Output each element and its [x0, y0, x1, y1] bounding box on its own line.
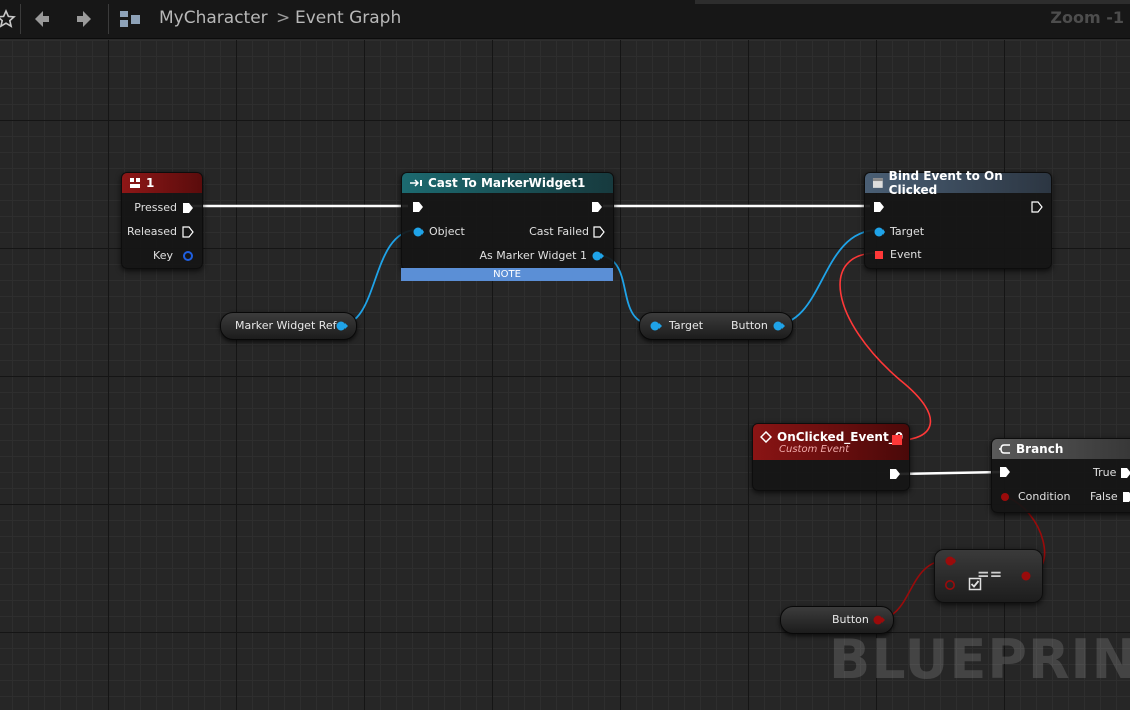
pin-label: Cast Failed [529, 225, 589, 238]
pin-label: As Marker Widget 1 [479, 249, 587, 262]
marker-widget-ref-node[interactable]: Marker Widget Ref [220, 312, 357, 340]
exec-pin-icon[interactable] [1031, 201, 1043, 213]
object-pin-icon[interactable] [649, 320, 663, 332]
checkbox-icon [968, 577, 982, 591]
pin-label: Condition [1018, 490, 1071, 503]
pin-condition[interactable]: Condition [999, 490, 1071, 503]
node-title: OnClicked_Event_0 [777, 429, 904, 444]
pin-pressed[interactable]: Pressed [134, 201, 194, 214]
get-button-node[interactable]: Target Button [639, 312, 793, 340]
object-pin-icon[interactable] [335, 320, 349, 332]
delegate-pin-icon[interactable] [891, 434, 903, 446]
node-header: Bind Event to On Clicked [865, 169, 1051, 197]
variable-label: Button [832, 613, 869, 626]
pin-label: Pressed [134, 201, 177, 214]
pin-true[interactable]: True [1093, 466, 1130, 479]
keyboard-icon [130, 178, 140, 188]
pin-event[interactable]: Event [873, 248, 922, 261]
bind-event-node[interactable]: Bind Event to On Clicked Target Event [864, 169, 1052, 269]
node-title: Bind Event to On Clicked [888, 169, 1003, 197]
object-pin-icon[interactable] [772, 320, 786, 332]
exec-pin-icon[interactable] [999, 466, 1011, 478]
object-pin-icon[interactable] [944, 579, 956, 591]
struct-pin-icon[interactable] [182, 250, 194, 262]
exec-pin-icon[interactable] [182, 202, 194, 214]
custom-event-node[interactable]: OnClicked_Event_0 Custom Event [752, 423, 910, 491]
exec-pin-icon[interactable] [182, 225, 194, 238]
pin-false[interactable]: False [1090, 490, 1130, 503]
pin-as-marker-widget[interactable]: As Marker Widget 1 [479, 249, 605, 262]
exec-pin-icon[interactable] [412, 201, 424, 213]
bool-pin-icon[interactable] [999, 491, 1011, 503]
pin-label: Released [127, 225, 177, 238]
node-header: Branch [992, 439, 1130, 459]
branch-node[interactable]: Branch True Condition False [991, 438, 1130, 513]
delegate-wire-event [839, 252, 932, 441]
object-pin-icon[interactable] [873, 226, 885, 238]
object-pin-icon[interactable] [591, 250, 605, 262]
cast-icon [410, 179, 422, 187]
exec-pin-icon[interactable] [889, 468, 901, 480]
node-title-row: OnClicked_Event_0 [760, 430, 903, 444]
object-pin-icon[interactable] [412, 226, 424, 238]
pin-cast-failed[interactable]: Cast Failed [529, 225, 605, 238]
cast-node[interactable]: Cast To MarkerWidget1 Object Cast Failed… [401, 172, 614, 270]
variable-label: Marker Widget Ref [235, 319, 337, 332]
exec-pin-icon[interactable] [873, 201, 885, 213]
event-icon [760, 430, 772, 443]
delegate-pin-icon[interactable] [873, 249, 885, 261]
exec-wire-event-to-branch [897, 470, 1003, 476]
pin-label: Target [890, 225, 925, 238]
exec-pin-icon[interactable] [593, 225, 605, 238]
pin-label: False [1090, 490, 1118, 503]
note-bar[interactable]: NOTE [401, 268, 613, 281]
pin-label-target: Target [669, 319, 704, 332]
node-title: Cast To MarkerWidget1 [428, 176, 586, 190]
blueprint-watermark: BLUEPRINT [829, 628, 1130, 691]
bool-pin-icon[interactable] [1020, 570, 1032, 582]
node-subtitle: Custom Event [779, 443, 850, 455]
pin-label: Object [429, 225, 465, 238]
function-icon [872, 178, 883, 188]
pin-key[interactable]: Key [153, 249, 194, 262]
pin-label: Event [890, 248, 922, 261]
exec-pin-icon[interactable] [1122, 491, 1130, 503]
branch-icon [999, 444, 1010, 454]
key-event-node[interactable]: 1 Pressed Released Key [121, 172, 203, 269]
pin-label: Key [153, 249, 173, 262]
wire-layer [192, 204, 1046, 621]
pin-released[interactable]: Released [127, 225, 194, 238]
pin-target[interactable]: Target [873, 225, 924, 238]
node-header: 1 [122, 173, 202, 193]
node-title: 1 [146, 176, 155, 190]
pin-label: True [1093, 466, 1117, 479]
object-pin-icon[interactable] [872, 614, 886, 626]
node-title: Branch [1016, 442, 1064, 456]
pin-object[interactable]: Object [412, 225, 465, 238]
object-pin-icon[interactable] [944, 555, 956, 567]
exec-pin-icon[interactable] [591, 201, 603, 213]
node-header: OnClicked_Event_0 Custom Event [753, 424, 909, 460]
equals-node[interactable]: == [934, 549, 1043, 603]
pin-label-button: Button [731, 319, 768, 332]
object-wire-button-to-bind [772, 229, 879, 326]
exec-pin-icon[interactable] [1120, 467, 1130, 479]
node-header: Cast To MarkerWidget1 [402, 173, 613, 193]
